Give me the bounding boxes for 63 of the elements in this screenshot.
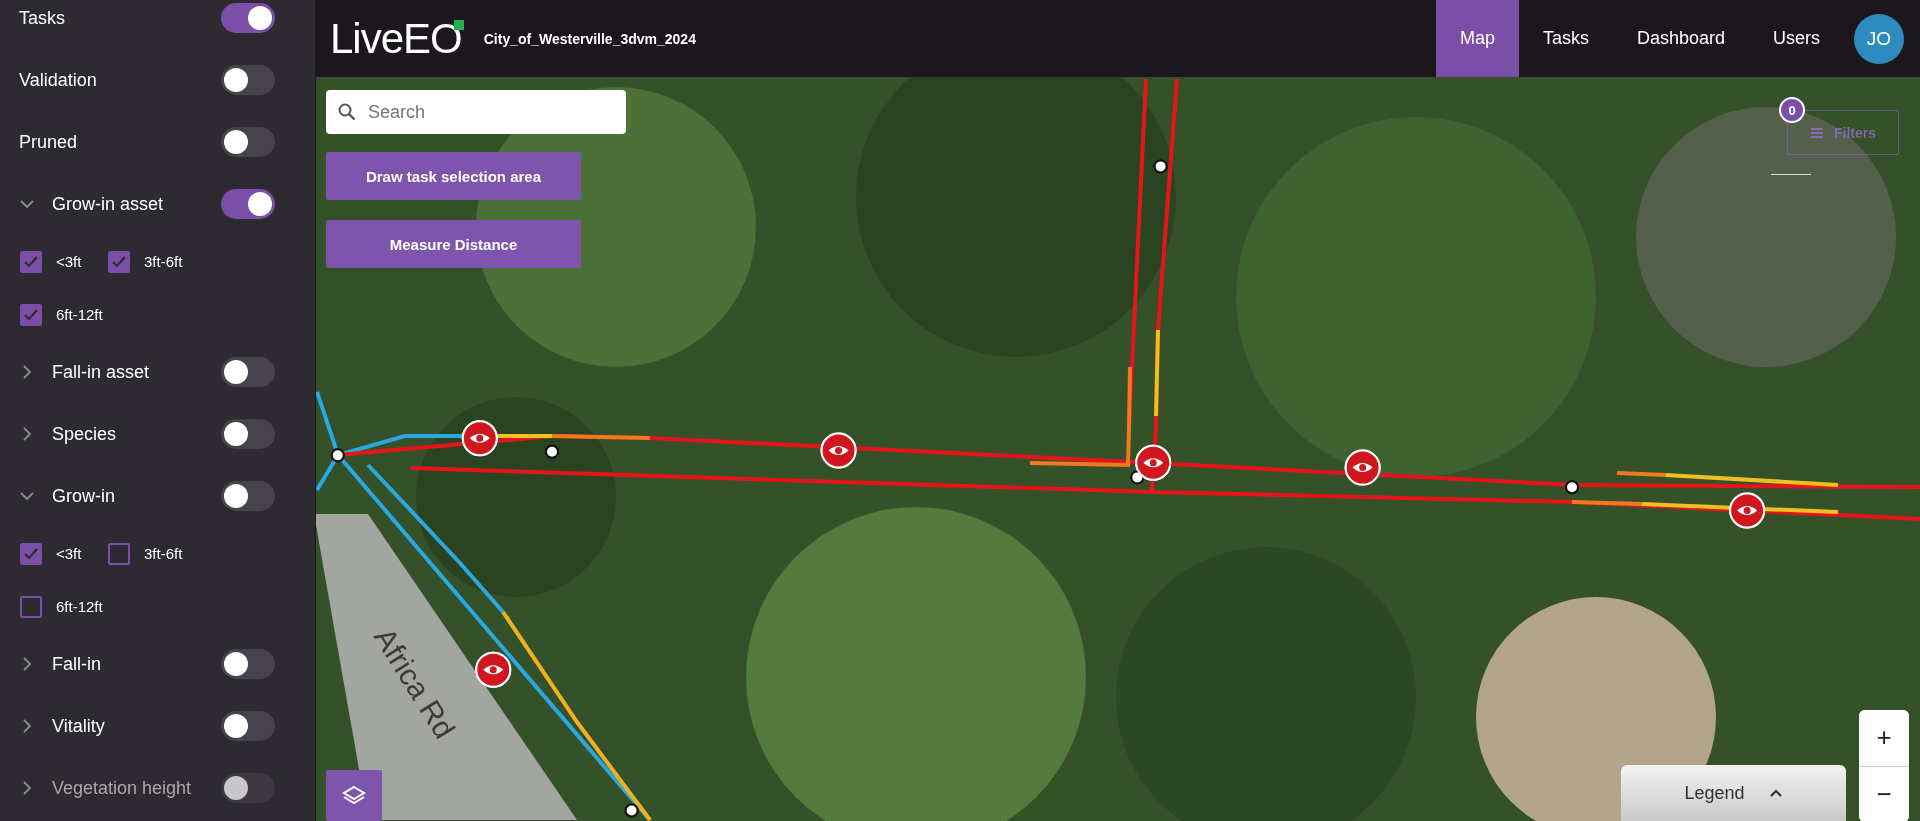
check-icon (24, 308, 38, 321)
nav-tab[interactable]: Tasks (1518, 0, 1613, 77)
layer-label: Grow-in asset (52, 193, 165, 215)
search-field[interactable]: Search (326, 90, 626, 134)
layer-label: Fall-in asset (52, 361, 151, 383)
checkbox[interactable] (20, 250, 42, 273)
map-tool-button[interactable]: Measure Distance (326, 220, 581, 268)
filter-lines-icon (1810, 125, 1824, 140)
toggle-switch[interactable] (221, 357, 275, 387)
toggle-switch[interactable] (221, 3, 275, 33)
toggle-switch[interactable] (221, 481, 275, 511)
eye-marker-icon[interactable] (1344, 449, 1381, 486)
layer-label: Vegetation height (52, 777, 193, 799)
logo[interactable]: LiveEO (330, 17, 462, 60)
eye-marker-icon[interactable] (1729, 492, 1766, 529)
layer-label: Tasks (19, 7, 66, 29)
checkbox-label: 6ft-12ft (56, 598, 103, 615)
layer-label: Species (52, 423, 118, 445)
checkbox-label: 6ft-12ft (56, 306, 103, 323)
toggle-switch[interactable] (221, 189, 275, 219)
caret-up-icon (1768, 788, 1783, 798)
toggle-switch[interactable] (221, 711, 275, 741)
checkbox-label: 3ft-6ft (144, 545, 183, 562)
project-name: City_of_Westerville_3dvm_2024 (483, 30, 697, 47)
vertical-power-line-drawing[interactable] (1127, 78, 1179, 429)
layer-label: Pruned (19, 131, 79, 153)
layer-label: Fall-in (52, 653, 102, 675)
eye-marker-icon[interactable] (475, 651, 512, 688)
checkbox[interactable] (108, 250, 130, 273)
eye-marker-icon[interactable] (461, 420, 498, 457)
toggle-switch[interactable] (221, 65, 275, 95)
search-icon (338, 103, 356, 121)
toggle-switch[interactable] (221, 649, 275, 679)
eye-marker-icon[interactable] (1135, 444, 1172, 481)
checkbox[interactable] (20, 595, 42, 618)
node-dot[interactable] (1153, 159, 1168, 174)
layers-button[interactable] (326, 770, 382, 821)
checkbox[interactable] (20, 303, 42, 326)
layer-label: Validation (19, 69, 98, 91)
checkbox[interactable] (108, 542, 130, 565)
layer-label: Vitality (52, 715, 106, 737)
nav-tab[interactable]: Users (1749, 0, 1844, 77)
checkbox-label: <3ft (56, 545, 82, 562)
nav-tab[interactable]: Dashboard (1612, 0, 1749, 77)
node-dot[interactable] (545, 444, 559, 459)
layer-label: Grow-in (52, 485, 116, 507)
node-dot[interactable] (624, 803, 639, 818)
checkbox[interactable] (20, 542, 42, 565)
user-avatar[interactable]: JO (1854, 13, 1904, 64)
checkbox-label: <3ft (56, 253, 82, 270)
eye-marker-icon[interactable] (820, 432, 857, 469)
toggle-switch[interactable] (221, 127, 275, 157)
check-icon (112, 255, 126, 268)
legend-button[interactable]: Legend (1621, 765, 1846, 821)
nav-tab[interactable]: Map (1435, 0, 1519, 77)
zoom-out-button[interactable]: − (1859, 765, 1909, 821)
checkbox-label: 3ft-6ft (144, 253, 183, 270)
check-icon (24, 547, 38, 560)
node-dot[interactable] (330, 448, 345, 463)
toggle-switch[interactable] (221, 419, 275, 449)
map-tool-button[interactable]: Draw task selection area (326, 152, 581, 200)
node-dot[interactable] (1565, 480, 1579, 495)
check-icon (24, 255, 38, 268)
